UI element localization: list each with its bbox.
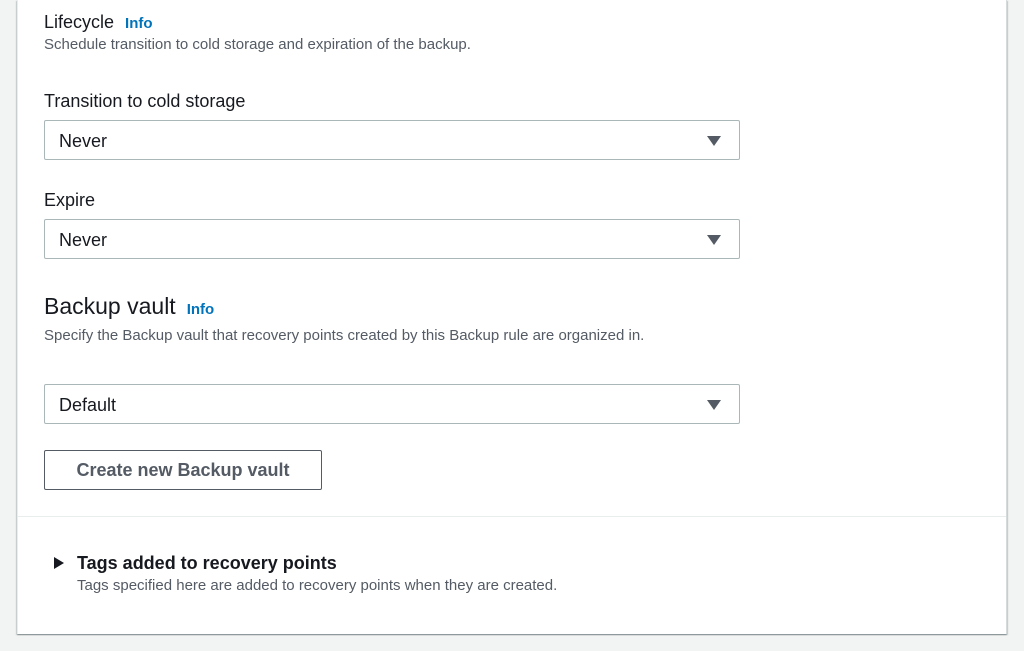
lifecycle-title: Lifecycle bbox=[44, 12, 115, 32]
expire-select[interactable]: Never bbox=[44, 219, 740, 259]
create-backup-vault-button[interactable]: Create new Backup vault bbox=[44, 450, 322, 490]
backup-vault-info-link[interactable]: Info bbox=[187, 301, 215, 318]
expire-label: Expire bbox=[44, 190, 96, 210]
tags-expander-title[interactable]: Tags added to recovery points bbox=[77, 551, 337, 575]
backup-vault-description: Specify the Backup vault that recovery p… bbox=[44, 327, 645, 344]
caret-down-icon bbox=[707, 235, 721, 245]
expire-select-value: Never bbox=[59, 230, 108, 250]
lifecycle-description: Schedule transition to cold storage and … bbox=[44, 36, 471, 53]
backup-rule-panel: Lifecycle Info Schedule transition to col… bbox=[17, 0, 1007, 634]
backup-vault-header: Backup vault Info bbox=[44, 291, 214, 321]
caret-down-icon bbox=[707, 400, 721, 410]
lifecycle-header: Lifecycle Info bbox=[44, 10, 153, 34]
tags-description: Tags specified here are added to recover… bbox=[77, 577, 558, 594]
transition-label: Transition to cold storage bbox=[44, 91, 246, 111]
backup-vault-title: Backup vault bbox=[44, 293, 176, 319]
section-divider bbox=[18, 516, 1006, 517]
caret-down-icon bbox=[707, 136, 721, 146]
backup-vault-select[interactable]: Default bbox=[44, 384, 740, 424]
transition-select[interactable]: Never bbox=[44, 120, 740, 160]
backup-vault-select-value: Default bbox=[59, 395, 117, 415]
transition-select-value: Never bbox=[59, 131, 108, 151]
caret-right-icon[interactable] bbox=[54, 557, 64, 569]
lifecycle-info-link[interactable]: Info bbox=[125, 15, 153, 32]
